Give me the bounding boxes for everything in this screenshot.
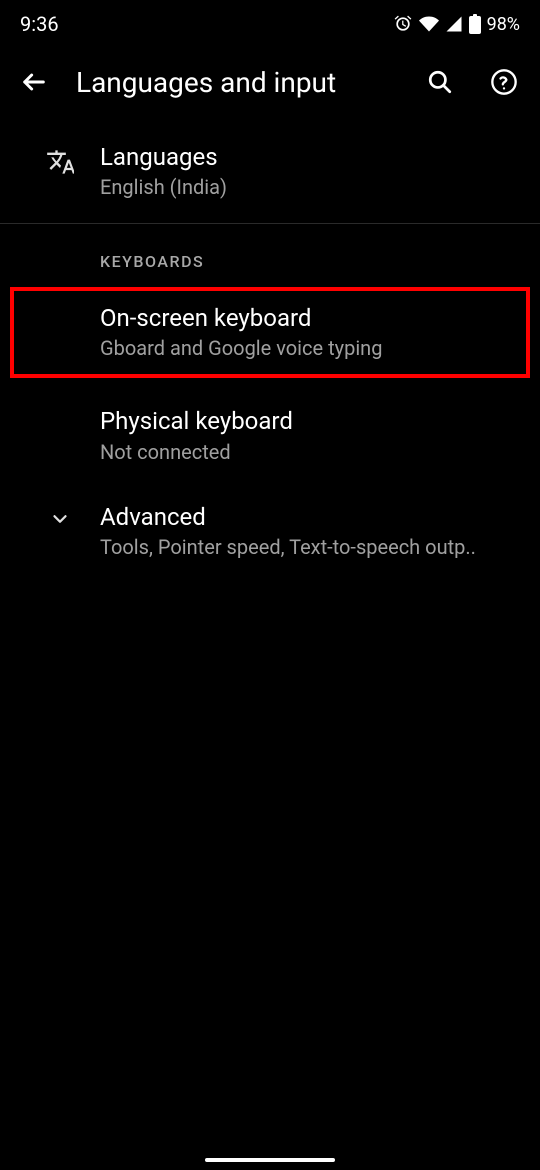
back-button[interactable] xyxy=(16,64,52,100)
highlight-annotation: On-screen keyboard Gboard and Google voi… xyxy=(10,287,530,378)
page-title: Languages and input xyxy=(76,66,396,99)
status-bar: 9:36 98% xyxy=(0,0,540,44)
physical-keyboard-title: Physical keyboard xyxy=(100,406,520,437)
keyboards-section-header: KEYBOARDS xyxy=(0,224,540,281)
languages-title: Languages xyxy=(100,142,520,173)
navigation-handle[interactable] xyxy=(205,1158,335,1162)
advanced-subtitle: Tools, Pointer speed, Text-to-speech out… xyxy=(100,535,520,559)
status-time: 9:36 xyxy=(20,12,59,36)
onscreen-keyboard-title: On-screen keyboard xyxy=(100,303,516,334)
app-bar: Languages and input xyxy=(0,44,540,126)
status-icons: 98% xyxy=(393,14,520,35)
translate-icon xyxy=(46,148,74,176)
navigation-bar[interactable] xyxy=(0,1158,540,1162)
cellular-signal-icon xyxy=(445,15,463,33)
advanced-title: Advanced xyxy=(100,502,520,533)
physical-keyboard-subtitle: Not connected xyxy=(100,440,520,464)
chevron-down-icon xyxy=(49,508,71,530)
alarm-icon xyxy=(393,14,413,34)
physical-keyboard-item[interactable]: Physical keyboard Not connected xyxy=(0,384,540,479)
languages-subtitle: English (India) xyxy=(100,175,520,199)
battery-percentage: 98% xyxy=(487,14,520,35)
search-button[interactable] xyxy=(420,62,460,102)
advanced-item[interactable]: Advanced Tools, Pointer speed, Text-to-s… xyxy=(0,480,540,575)
help-button[interactable] xyxy=(484,62,524,102)
languages-item[interactable]: Languages English (India) xyxy=(0,126,540,215)
onscreen-keyboard-subtitle: Gboard and Google voice typing xyxy=(100,336,516,360)
onscreen-keyboard-item[interactable]: On-screen keyboard Gboard and Google voi… xyxy=(24,303,516,360)
wifi-icon xyxy=(419,14,439,34)
battery-icon xyxy=(469,14,481,34)
